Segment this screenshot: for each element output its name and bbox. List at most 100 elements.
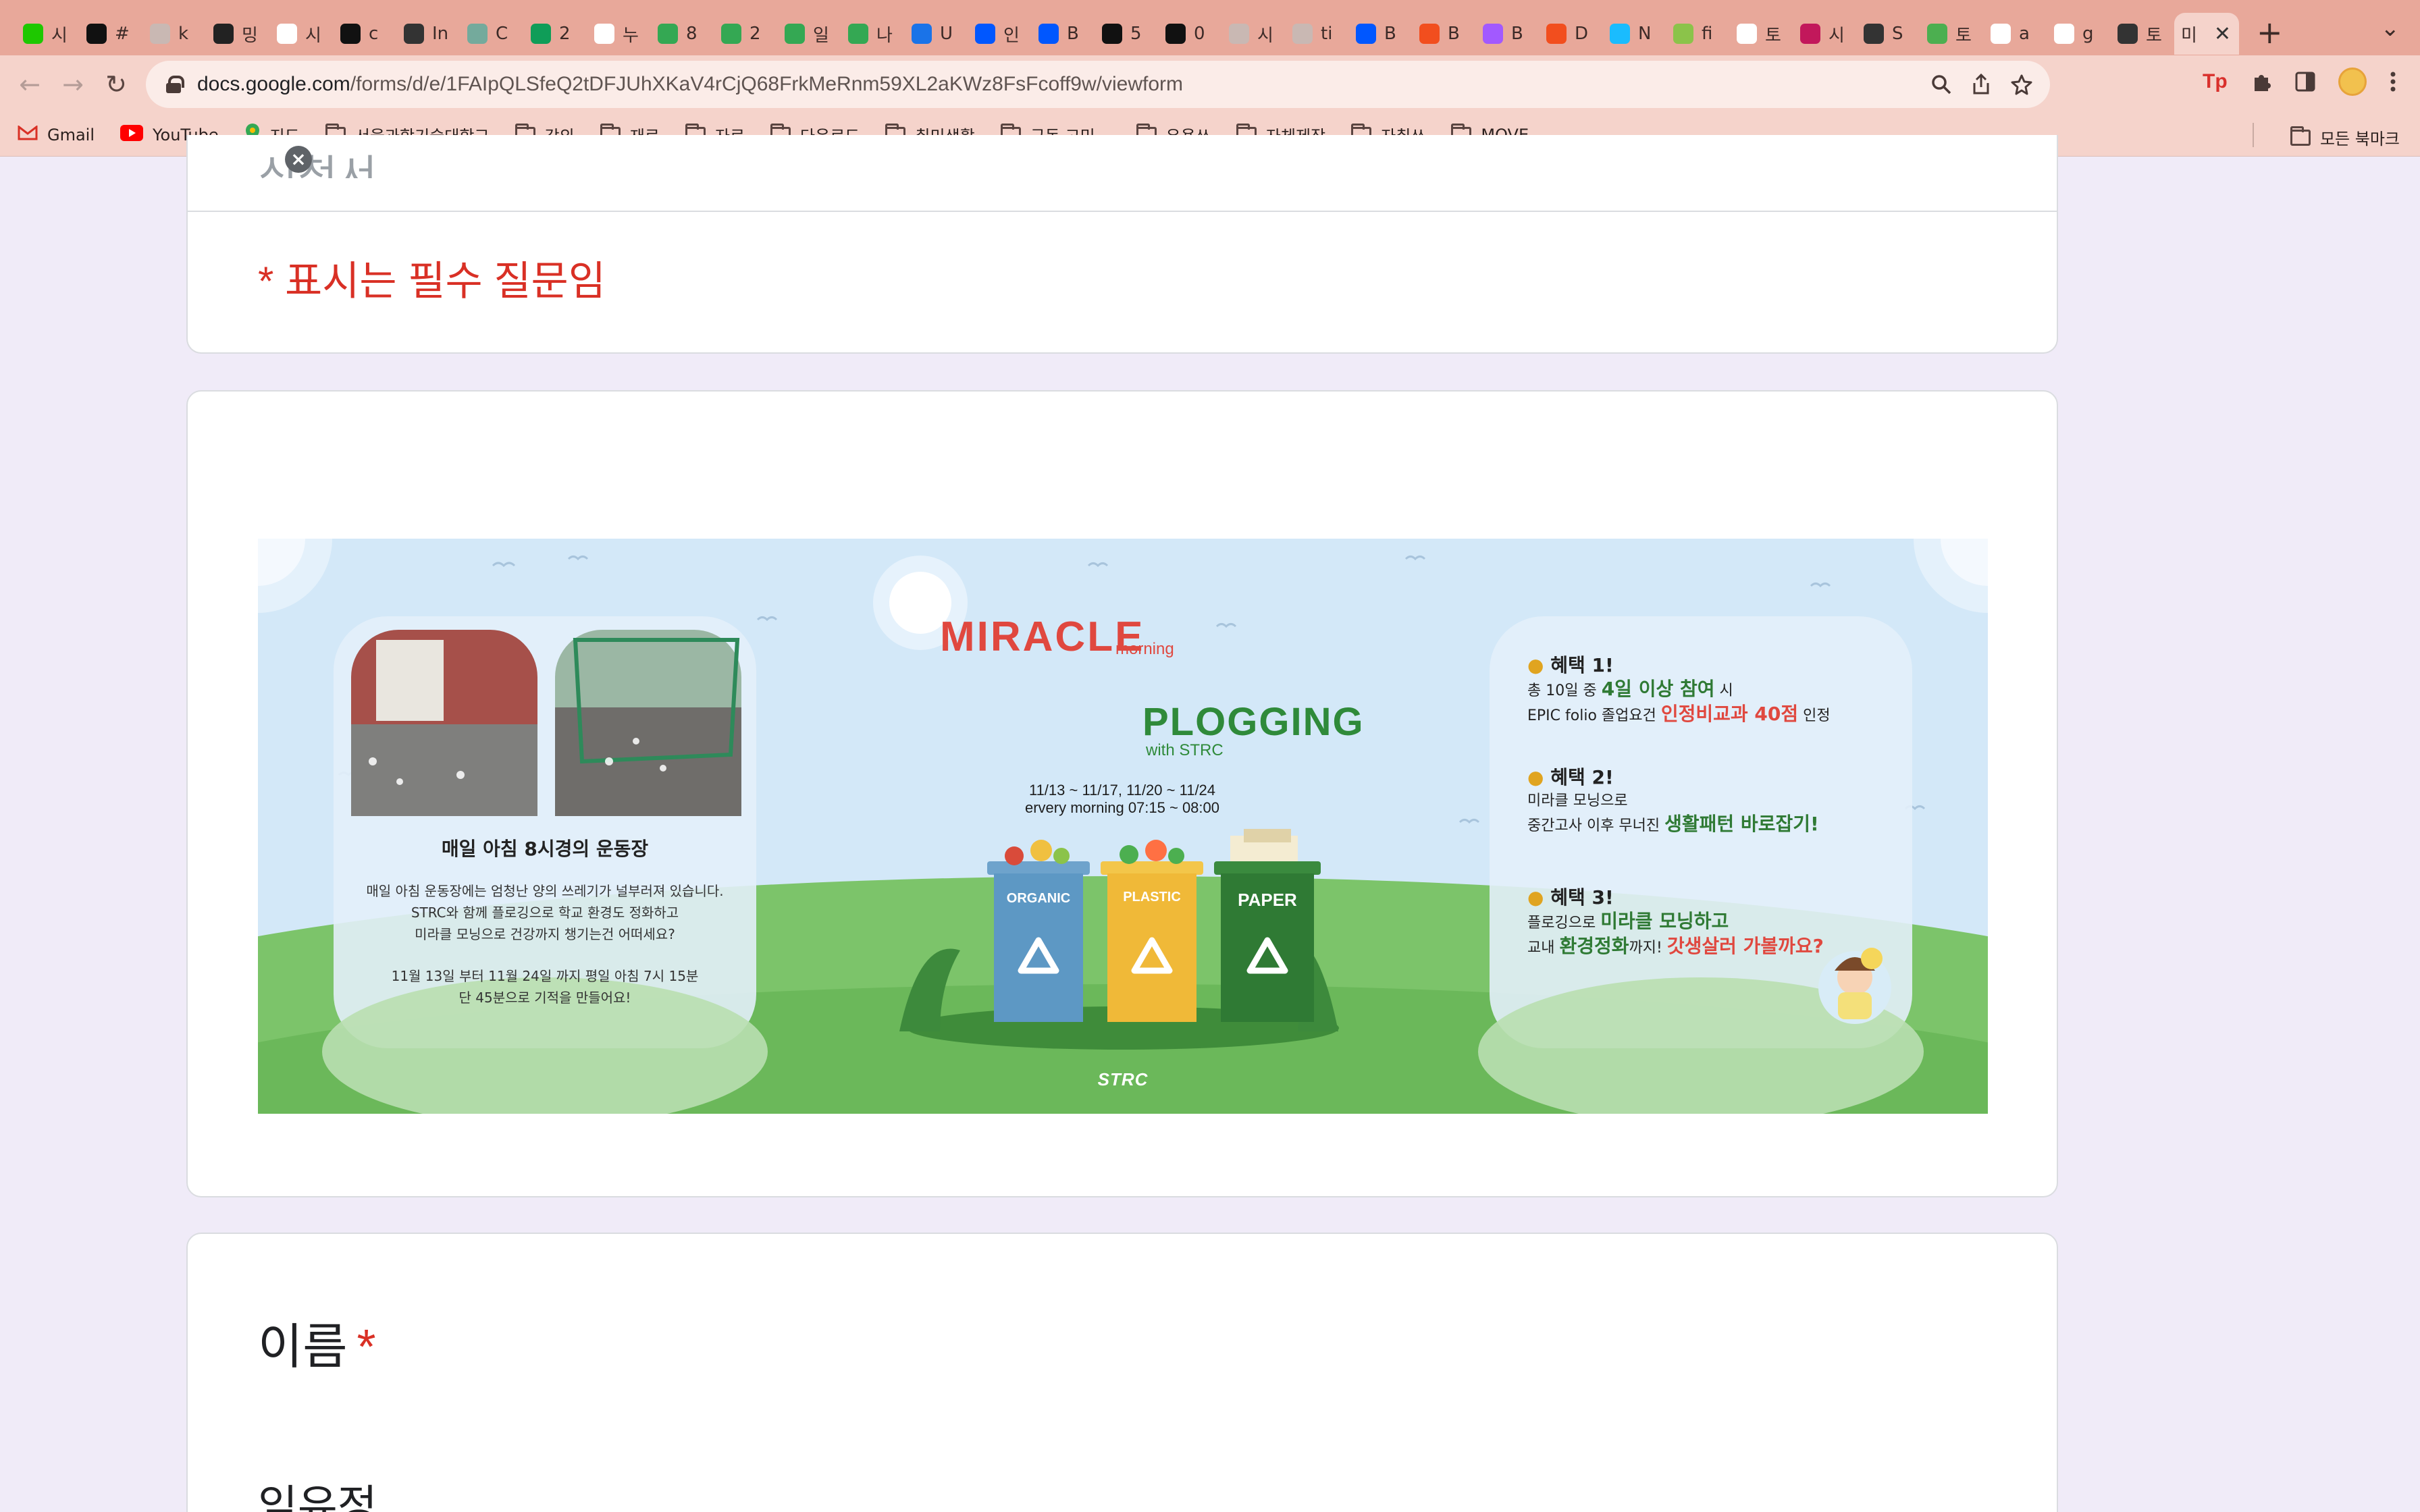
bookmark-label: Gmail [47, 125, 95, 144]
browser-tab[interactable]: 시 [1793, 13, 1857, 55]
close-tab-icon[interactable]: ✕ [2214, 22, 2231, 46]
browser-tab[interactable]: 토 [2111, 13, 2174, 55]
profile-avatar[interactable] [2338, 68, 2367, 96]
browser-tab[interactable]: g [2047, 13, 2111, 55]
sr-icon [213, 24, 234, 44]
vup-icon [277, 24, 297, 44]
tp-extension-icon[interactable]: Tp [2203, 70, 2228, 93]
active-tab[interactable]: 미 ✕ [2174, 13, 2239, 55]
left-panel-line: 11월 13일 부터 11월 24일 까지 평일 아침 7시 15분 [391, 968, 699, 984]
left-panel-line: 매일 아침 운동장에는 엄청난 양의 쓰레기가 널부러져 있습니다. [366, 883, 724, 899]
browser-tab[interactable]: k [143, 13, 207, 55]
browser-tab[interactable]: D [1540, 13, 1603, 55]
browser-tab[interactable]: # [80, 13, 143, 55]
browser-tab[interactable]: C [461, 13, 524, 55]
tab-title: 0 [1194, 24, 1205, 44]
browser-tab[interactable]: c [334, 13, 397, 55]
left-panel-title: 매일 아침 8시경의 운동장 [441, 838, 649, 860]
browser-tab[interactable]: 8 [651, 13, 714, 55]
browser-tab[interactable]: 누 [587, 13, 651, 55]
back-button[interactable]: ← [8, 70, 51, 99]
benefit-text: EPIC folio 졸업요건 [1527, 707, 1661, 724]
browser-tab[interactable]: 0 [1159, 13, 1222, 55]
plus-green-icon [531, 24, 551, 44]
benefit-highlight: 인정비교과 40점 [1660, 703, 1799, 725]
tab-title: 토 [1955, 25, 1972, 46]
tab-title: S [1892, 24, 1903, 44]
browser-tab[interactable]: B [1349, 13, 1413, 55]
browser-tab[interactable]: ti [1286, 13, 1349, 55]
forward-button[interactable]: → [51, 70, 95, 99]
browser-tab[interactable]: S [1857, 13, 1920, 55]
new-tab-button[interactable]: + [2257, 14, 2283, 51]
reload-button[interactable]: ↻ [95, 70, 138, 99]
bookmark-separator [2253, 123, 2254, 147]
tab-search-chevron-icon[interactable]: ⌄ [2381, 15, 2400, 42]
with-strc-text: with STRC [1146, 741, 1224, 759]
url-text[interactable]: docs.google.com/forms/d/e/1FAIpQLSfeQ2tD… [197, 73, 1183, 96]
benefit-2: ● 혜택 2! 미라클 모닝으로 중간고사 이후 무너진 생활패턴 바로잡기! [1527, 763, 1819, 838]
bin-label-organic: ORGANIC [1006, 891, 1071, 906]
tab-strip: 시 # k 밍 시 c In C 2 누 8 2 일 나 U 인 B 5 0 시 ti B B B D Nfi 토 시 S 토 a g 토 미 ✕ +… [0, 0, 2420, 55]
left-panel-footer: 11월 13일 부터 11월 24일 까지 평일 아침 7시 15분 단 45분… [334, 965, 756, 1008]
tab-title: 누 [623, 25, 639, 46]
browser-toolbar: ← → ↻ docs.google.com/forms/d/e/1FAIpQLS… [0, 55, 2420, 113]
figma-icon [1610, 24, 1630, 44]
benefit-highlight: 갓생살러 가볼까요? [1666, 935, 1824, 957]
lock-icon[interactable] [166, 76, 184, 93]
puzzle-color-icon [1800, 24, 1820, 44]
browser-tab[interactable]: fi [1666, 13, 1730, 55]
tab-title: a [2019, 24, 2030, 44]
browser-tab[interactable]: 시 [1222, 13, 1286, 55]
signature-icon [912, 24, 932, 44]
browser-tab[interactable]: B [1032, 13, 1095, 55]
browser-tab[interactable]: 2 [524, 13, 587, 55]
gray-circle-icon [1229, 24, 1249, 44]
browser-tab[interactable]: 토 [1920, 13, 1984, 55]
drive-icon [785, 24, 805, 44]
browser-tab[interactable]: B [1413, 13, 1476, 55]
browser-tab[interactable]: a [1984, 13, 2047, 55]
bookmark-star-icon[interactable] [2011, 74, 2032, 95]
url-path: /forms/d/e/1FAIpQLSfeQ2tDFJUhXKaV4rCjQ68… [350, 73, 1184, 95]
image-card: MIRACLE morning PLOGGING with STRC 11/13… [186, 390, 2058, 1197]
figma-icon [1546, 24, 1567, 44]
wix-icon [1737, 24, 1757, 44]
bookmark-item[interactable]: Gmail [18, 124, 95, 144]
youtube-icon [120, 124, 144, 145]
zoom-icon[interactable] [1931, 74, 1951, 94]
browser-tab[interactable]: U [905, 13, 968, 55]
drive-icon [721, 24, 741, 44]
tab-title: ti [1321, 24, 1333, 44]
browser-tab[interactable]: 일 [778, 13, 841, 55]
browser-tab[interactable]: 밍 [207, 13, 270, 55]
extensions-puzzle-icon[interactable] [2251, 71, 2272, 92]
browser-tab[interactable]: 토 [1730, 13, 1793, 55]
leaf-icon [1927, 24, 1947, 44]
browser-tab[interactable]: 2 [714, 13, 778, 55]
medal-icon: ● [1527, 654, 1544, 676]
share-icon[interactable] [1972, 74, 1991, 95]
question-title-text: 이름 [258, 1320, 348, 1374]
name-answer-field[interactable]: 임유정 [258, 1472, 377, 1512]
slash-icon [1864, 24, 1884, 44]
browser-tab[interactable]: N [1603, 13, 1666, 55]
browser-tab[interactable]: 5 [1095, 13, 1159, 55]
address-bar[interactable]: docs.google.com/forms/d/e/1FAIpQLSfeQ2tD… [146, 61, 2050, 108]
left-panel-line: 미라클 모닝으로 건강까지 챙기는건 어떠세요? [415, 926, 675, 942]
benefit-3: ● 혜택 3! 플로깅으로 미라클 모닝하고 교내 환경정화까지! 갓생살러 가… [1527, 883, 1824, 960]
browser-tab[interactable]: 시 [16, 13, 80, 55]
menu-dots-icon[interactable] [2390, 71, 2396, 92]
side-panel-icon[interactable] [2295, 72, 2315, 92]
all-bookmarks-button[interactable]: 모든 북마크 [2290, 126, 2400, 149]
tab-title: # [115, 24, 130, 44]
browser-tab[interactable]: B [1476, 13, 1540, 55]
benefit-text: 시 [1714, 682, 1733, 699]
browser-tab[interactable]: 시 [270, 13, 334, 55]
google-icon [2054, 24, 2074, 44]
browser-tab[interactable]: In [397, 13, 461, 55]
browser-tab[interactable]: 나 [841, 13, 905, 55]
browser-tab[interactable]: 인 [968, 13, 1032, 55]
required-mark: * [357, 1320, 376, 1374]
left-panel-body: 매일 아침 운동장에는 엄청난 양의 쓰레기가 널부러져 있습니다. STRC와… [334, 880, 756, 945]
